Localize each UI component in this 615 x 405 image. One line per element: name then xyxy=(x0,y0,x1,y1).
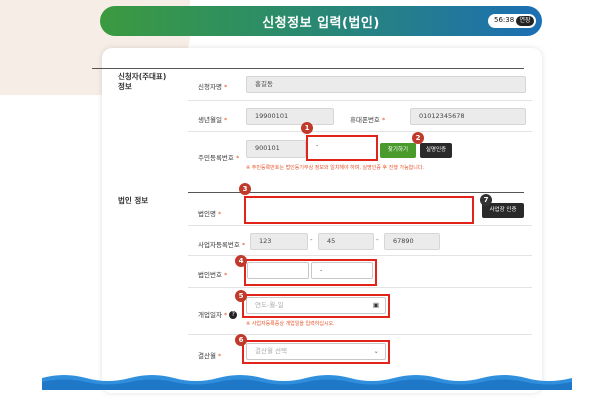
extend-session-button[interactable]: 연장 xyxy=(516,16,534,26)
bizno-label: 사업자등록번호 * xyxy=(198,241,246,249)
bizno-separator: - xyxy=(376,236,379,244)
wave-decoration xyxy=(42,375,572,390)
marker-5: 5 xyxy=(235,290,247,302)
row-divider xyxy=(188,131,532,132)
page-title: 신청정보 입력(법인) xyxy=(262,16,380,31)
bizno-part3[interactable]: 67890 xyxy=(384,233,440,250)
verify-button[interactable]: 실명인증 xyxy=(420,143,452,158)
rrn-notice: ※ 주민등록번호는 법인등기부상 정보와 일치해야 하며, 실명인증 후 진행 … xyxy=(246,165,425,171)
applicant-section-title: 신청자(주대표) 정보 xyxy=(118,72,166,92)
highlight-box xyxy=(306,135,378,161)
row-divider xyxy=(188,287,532,288)
corp-name-label: 법인명 * xyxy=(198,210,222,218)
session-timer: 56:38 연장 xyxy=(488,14,536,28)
birth-field[interactable]: 19900101 xyxy=(246,108,334,125)
timer-text: 56:38 xyxy=(494,16,515,24)
help-icon: ? xyxy=(229,311,238,319)
applicant-title-line1: 신청자(주대표) xyxy=(118,72,167,81)
page-header: 신청정보 입력(법인) 56:38 연장 xyxy=(100,6,542,36)
phone-field[interactable]: 01012345678 xyxy=(410,108,526,125)
marker-7: 7 xyxy=(480,194,492,206)
section-divider xyxy=(188,192,524,193)
birth-label: 생년월일 * xyxy=(198,116,228,124)
marker-6: 6 xyxy=(235,334,247,346)
applicant-name-label: 신청자명 * xyxy=(198,83,228,91)
bizno-part1[interactable]: 123 xyxy=(250,233,308,250)
settle-label: 결산월 * xyxy=(198,352,222,360)
founded-label: 개업일자 *? xyxy=(198,309,238,319)
highlight-box xyxy=(242,340,390,364)
marker-4: 4 xyxy=(235,255,247,267)
rrn-label: 주민등록번호 * xyxy=(198,154,240,162)
row-divider xyxy=(188,225,532,226)
applicant-title-line2: 정보 xyxy=(118,82,132,91)
highlight-box xyxy=(244,259,377,286)
phone-label: 휴대폰번호 * xyxy=(350,116,386,124)
corpno-label: 법인번호 * xyxy=(198,271,228,279)
highlight-box xyxy=(244,196,474,224)
find-button[interactable]: 찾기하기 xyxy=(380,143,416,158)
marker-1: 1 xyxy=(301,122,313,134)
corporation-section-title: 법인 정보 xyxy=(118,196,149,205)
section-divider xyxy=(92,68,524,69)
row-divider xyxy=(188,100,532,101)
founded-notice: ※ 사업자등록증상 개업일을 입력하십시오. xyxy=(246,321,335,327)
bizno-part2[interactable]: 45 xyxy=(318,233,374,250)
highlight-box xyxy=(242,294,390,318)
rrn-front-field[interactable]: 900101 xyxy=(246,140,306,158)
bizno-separator: - xyxy=(310,236,313,244)
marker-2: 2 xyxy=(412,132,424,144)
applicant-name-field[interactable]: 홍길동 xyxy=(246,76,526,93)
marker-3: 3 xyxy=(239,183,251,195)
